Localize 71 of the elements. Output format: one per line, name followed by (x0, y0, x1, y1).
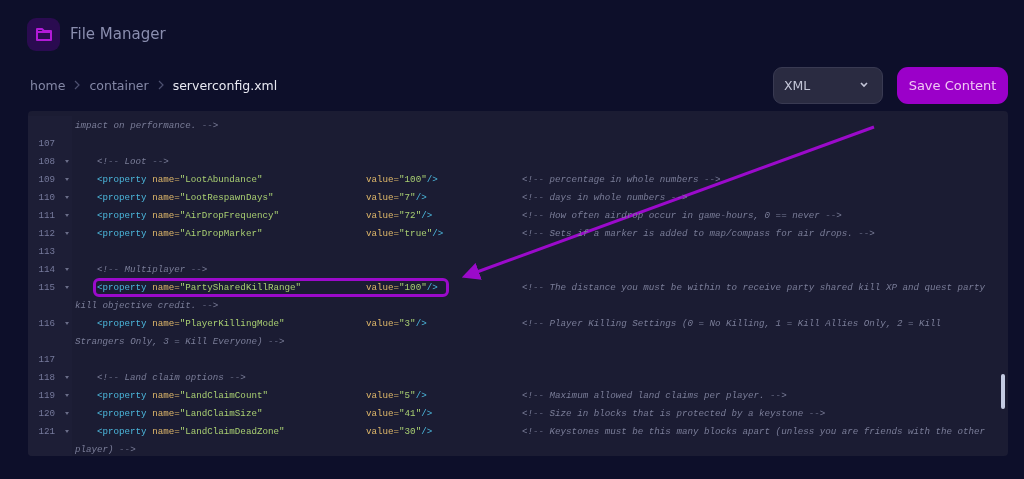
code-text: value="100"/> (366, 173, 439, 185)
breadcrumb-item[interactable]: home (30, 77, 66, 93)
line-number: 117 (37, 353, 55, 365)
line-number: 113 (37, 245, 55, 257)
code-text: <property name="LandClaimCount" (97, 389, 269, 401)
breadcrumb-item[interactable]: container (89, 77, 149, 93)
code-text: <property name="LootAbundance" (97, 173, 264, 185)
app-title: File Manager (70, 25, 166, 43)
code-comment: <!-- The distance you must be within to receive party shared kill XP and quest party (522, 281, 986, 293)
code-comment: <!-- Player Killing Settings (0 = No Killing, 1 = Kill Allies Only, 2 = Kill (522, 317, 942, 329)
code-text: value="100"/> (366, 281, 439, 293)
chevron-down-icon (860, 82, 868, 88)
folder-icon (34, 26, 53, 42)
line-number: 116 (37, 317, 55, 329)
scrollbar-thumb[interactable] (1001, 374, 1005, 409)
code-text: <property name="LootRespawnDays" (97, 191, 275, 203)
code-text: value="true"/> (366, 227, 445, 239)
line-number: 119 (37, 389, 55, 401)
line-number: 108 (37, 155, 55, 167)
breadcrumb-item[interactable]: serverconfig.xml (172, 77, 278, 93)
code-comment: <!-- Land claim options --> (97, 371, 246, 383)
fold-icon[interactable] (65, 285, 69, 289)
fold-icon[interactable] (65, 159, 69, 163)
fold-icon[interactable] (65, 213, 69, 217)
code-comment: player) --> (75, 443, 136, 455)
line-number: 118 (37, 371, 55, 383)
code-comment: impact on performance. --> (75, 119, 219, 131)
line-number: 114 (37, 263, 55, 275)
fold-icon[interactable] (65, 321, 69, 325)
code-text: <property name="LandClaimSize" (97, 407, 264, 419)
line-number: 111 (37, 209, 55, 221)
code-text: value="7"/> (366, 191, 428, 203)
fold-icon[interactable] (65, 411, 69, 415)
fold-icon[interactable] (65, 375, 69, 379)
chevron-right-icon (74, 80, 81, 90)
fold-icon[interactable] (65, 177, 69, 181)
line-number: 109 (37, 173, 55, 185)
fold-icon[interactable] (65, 393, 69, 397)
code-comment: <!-- Size in blocks that is protected by a keystone --> (522, 407, 826, 419)
fold-icon[interactable] (65, 429, 69, 433)
code-text: <property name="PartySharedKillRange" (97, 281, 302, 293)
fold-icon[interactable] (65, 231, 69, 235)
fold-icon[interactable] (65, 267, 69, 271)
line-number: 115 (37, 281, 55, 293)
code-comment: <!-- percentage in whole numbers --> (522, 173, 721, 185)
code-editor[interactable] (28, 111, 1008, 456)
fold-icon[interactable] (65, 195, 69, 199)
code-text: <property name="AirDropMarker" (97, 227, 264, 239)
code-comment: kill objective credit. --> (75, 299, 219, 311)
code-text: value="5"/> (366, 389, 428, 401)
code-text: value="41"/> (366, 407, 434, 419)
line-number: 107 (37, 137, 55, 149)
line-number: 121 (37, 425, 55, 437)
code-comment: <!-- Maximum allowed land claims per player. --> (522, 389, 787, 401)
save-button[interactable]: Save Content (897, 66, 1008, 104)
line-number: 120 (37, 407, 55, 419)
code-comment: Strangers Only, 3 = Kill Everyone) --> (75, 335, 285, 347)
chevron-right-icon (157, 80, 164, 90)
code-comment: <!-- Loot --> (97, 155, 169, 167)
code-text: <property name="AirDropFrequency" (97, 209, 280, 221)
code-text: value="30"/> (366, 425, 434, 437)
code-comment: <!-- Keystones must be this many blocks apart (unless you are friends with the other (522, 425, 986, 437)
format-select[interactable]: XML (773, 66, 883, 104)
line-number: 112 (37, 227, 55, 239)
code-text: <property name="PlayerKillingMode" (97, 317, 286, 329)
code-text: <property name="LandClaimDeadZone" (97, 425, 286, 437)
code-text: value="3"/> (366, 317, 428, 329)
line-number: 110 (37, 191, 55, 203)
code-text: value="72"/> (366, 209, 434, 221)
code-comment: <!-- Multiplayer --> (97, 263, 208, 275)
code-comment: <!-- days in whole numbers --> (522, 191, 688, 203)
